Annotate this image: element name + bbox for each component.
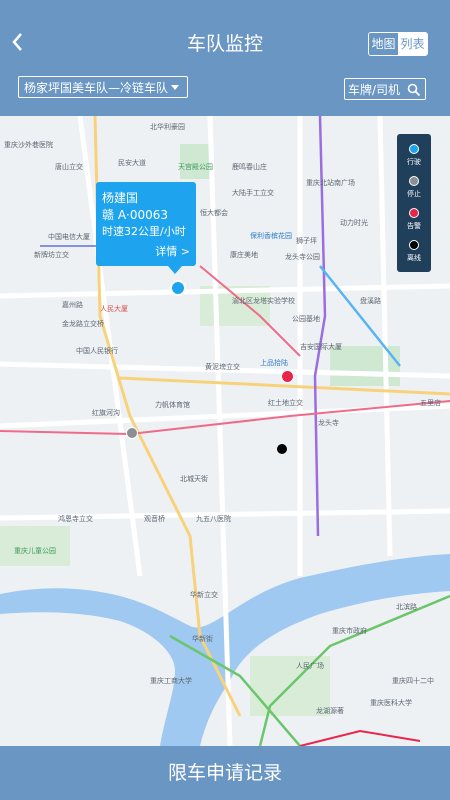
- list-view-tab[interactable]: 列表: [398, 33, 427, 55]
- map-label: 重庆沙外巷医院: [4, 141, 53, 149]
- fleet-select-value: 杨家坪国美车队—冷链车队: [24, 81, 169, 95]
- map-label: 吉安国际大厦: [300, 343, 342, 351]
- vehicle-marker-alarm[interactable]: [281, 370, 294, 383]
- map-label: 新牌坊立交: [34, 251, 69, 259]
- map-label: 观音桥: [144, 515, 165, 523]
- map-label: 盘溪路: [360, 297, 381, 305]
- vehicle-marker-moving[interactable]: [170, 280, 186, 296]
- view-toggle[interactable]: 地图 列表: [368, 32, 428, 56]
- legend-label: 离线: [407, 254, 421, 262]
- map-label: 人民大厦: [100, 305, 128, 313]
- restriction-records-button[interactable]: 限车申请记录: [0, 746, 450, 800]
- legend-label: 停止: [407, 190, 421, 198]
- map-label: 公园基地: [292, 315, 320, 323]
- map-label: 中国人民银行: [76, 347, 118, 355]
- map-label: 人民广场: [296, 662, 324, 670]
- chevron-down-icon: [171, 85, 179, 90]
- map-label: 重庆医科大学: [370, 699, 412, 707]
- plate-number: 赣 A·00063: [102, 208, 169, 222]
- map-label: 康庄美地: [230, 251, 258, 259]
- map-label: 重庆四十二中: [392, 677, 434, 685]
- app-header: 车队监控 地图 列表 杨家坪国美车队—冷链车队 车牌/司机: [0, 0, 450, 116]
- map-label: 五里店: [420, 399, 441, 407]
- map-label: 黄泥塝立交: [205, 363, 240, 371]
- map-label: 龙头寺: [318, 419, 339, 427]
- vehicle-speed: 时速32公里/小时: [102, 225, 186, 238]
- map-label: 大陆手工立交: [232, 189, 274, 197]
- map-label: 上品拾陆: [260, 359, 288, 367]
- map-label: 重庆北站南广场: [306, 179, 355, 187]
- legend-swatch: [409, 208, 419, 218]
- map-label: 红旗河沟: [92, 409, 120, 417]
- map-label: 北滨路: [396, 603, 417, 611]
- map-label: 华新立交: [190, 591, 218, 599]
- map-label: 中国电信大厦: [48, 233, 90, 241]
- map-label: 金龙路立交桥: [62, 320, 104, 328]
- map-label: 嘉州路: [62, 301, 83, 309]
- map-label: 动力时光: [340, 219, 368, 227]
- map-label: 龙头寺公园: [285, 253, 320, 261]
- search-label: 车牌/司机: [348, 83, 401, 97]
- map-label: 龙湖源著: [316, 707, 344, 715]
- map-label: 北华利豪园: [150, 123, 185, 131]
- map-label: 鹿鸣春山庄: [232, 163, 267, 171]
- map-label: 重庆工商大学: [150, 677, 192, 685]
- map-label: 力帆体育馆: [155, 401, 190, 409]
- search-icon: [407, 83, 421, 97]
- fleet-select[interactable]: 杨家坪国美车队—冷链车队: [18, 76, 188, 98]
- detail-link[interactable]: 详情 >: [155, 243, 190, 259]
- legend-swatch: [409, 176, 419, 186]
- map-label: 鸿恩寺立交: [58, 515, 93, 523]
- map-label: 华新街: [192, 635, 213, 643]
- map-label: 保利香槟花园: [250, 232, 292, 240]
- map-label: 狮子坪: [296, 237, 317, 245]
- legend-swatch: [409, 240, 419, 250]
- map-label: 重庆市政府: [332, 627, 367, 635]
- popup-pointer: [168, 266, 182, 274]
- vehicle-info-popup: 杨建国 赣 A·00063 时速32公里/小时 详情 >: [96, 182, 196, 274]
- map-label: 北城天街: [180, 475, 208, 483]
- legend-label: 行驶: [407, 158, 421, 166]
- status-legend: 行驶 停止 告警 离线: [397, 134, 431, 272]
- map-label: 恒大都会: [200, 209, 228, 217]
- legend-item: 停止: [397, 176, 431, 199]
- search-button[interactable]: 车牌/司机: [344, 78, 426, 100]
- vehicle-marker-stopped[interactable]: [126, 427, 138, 439]
- map-label: 渝北区龙塔实验学校: [232, 297, 295, 305]
- map-label: 九五八医院: [196, 515, 231, 523]
- map-label: 重庆儿童公园: [14, 547, 56, 555]
- map-view-tab[interactable]: 地图: [369, 33, 398, 55]
- map-label: 民安大道: [118, 159, 146, 167]
- legend-swatch: [409, 144, 419, 154]
- legend-item: 行驶: [397, 144, 431, 167]
- map-label: 天宫殿公园: [178, 163, 213, 171]
- driver-name: 杨建国: [102, 191, 139, 205]
- legend-item: 离线: [397, 240, 431, 263]
- map-view[interactable]: 北华利豪园 重庆沙外巷医院 唐山立交 民安大道 天宫殿公园 鹿鸣春山庄 大陆手工…: [0, 116, 450, 746]
- map-label: 唐山立交: [55, 163, 83, 171]
- map-label: 红土地立交: [268, 399, 303, 407]
- legend-item: 告警: [397, 208, 431, 231]
- legend-label: 告警: [407, 222, 421, 230]
- vehicle-marker-offline[interactable]: [277, 444, 287, 454]
